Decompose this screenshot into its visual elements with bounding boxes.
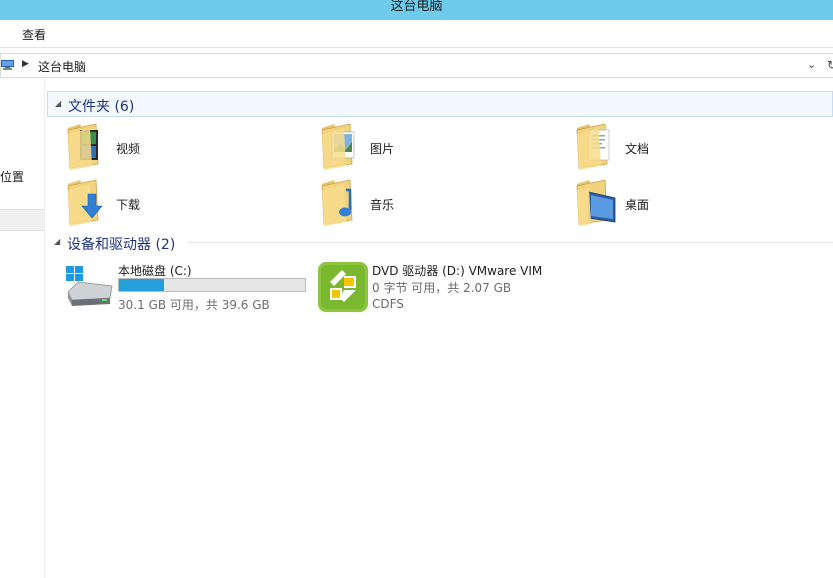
documents-folder-icon — [576, 123, 610, 170]
folders-group-header[interactable]: ◢ 文件夹 (6) — [47, 91, 833, 117]
refresh-icon[interactable]: ↻ — [827, 58, 833, 72]
drive-usage-fill — [119, 279, 164, 291]
folder-label: 下载 — [116, 198, 141, 212]
nav-item-selected[interactable] — [0, 209, 44, 231]
folder-item-pictures[interactable]: 图片 — [320, 120, 560, 174]
nav-item-locations[interactable]: 位置 — [0, 168, 24, 185]
folder-item-documents[interactable]: 文档 — [575, 120, 815, 174]
breadcrumb-arrow-icon[interactable]: ▶ — [22, 59, 29, 69]
drive-item-d[interactable]: DVD 驱动器 (D:) VMware VIM 0 字节 可用，共 2.07 G… — [318, 260, 578, 320]
drive-usage-bar — [118, 278, 306, 292]
folder-item-videos[interactable]: 视频 — [66, 120, 306, 174]
drive-free-space: 30.1 GB 可用，共 39.6 GB — [118, 298, 270, 312]
collapse-triangle-icon[interactable]: ◢ — [55, 99, 61, 108]
devices-group-title: 设备和驱动器 (2) — [67, 237, 176, 253]
ribbon-tabs: 查看 — [0, 20, 833, 48]
computer-icon — [1, 60, 14, 70]
devices-group-header[interactable]: ◢ 设备和驱动器 (2) — [47, 230, 833, 256]
pictures-folder-icon — [321, 123, 355, 170]
drive-name: 本地磁盘 (C:) — [118, 264, 192, 278]
folder-label: 图片 — [370, 142, 395, 156]
folder-item-downloads[interactable]: 下载 — [66, 176, 306, 230]
collapse-triangle-icon[interactable]: ◢ — [54, 237, 60, 246]
drive-item-c[interactable]: 本地磁盘 (C:) 30.1 GB 可用，共 39.6 GB — [66, 260, 311, 320]
downloads-folder-icon — [67, 179, 103, 226]
folder-label: 文档 — [625, 142, 650, 156]
navigation-pane: 位置 — [0, 78, 45, 578]
chevron-down-icon[interactable]: ⌄ — [807, 58, 816, 71]
drive-free-space: 0 字节 可用，共 2.07 GB — [372, 281, 512, 295]
folder-label: 音乐 — [370, 198, 395, 212]
window-title: 这台电脑 — [390, 0, 443, 14]
drive-name: DVD 驱动器 (D:) VMware VIM — [372, 264, 543, 278]
hard-disk-icon — [66, 266, 113, 306]
title-bar[interactable]: 这台电脑 — [0, 0, 833, 20]
folder-item-music[interactable]: 音乐 — [320, 176, 560, 230]
folders-group-title: 文件夹 (6) — [68, 99, 135, 115]
desktop-folder-icon — [576, 179, 616, 226]
folder-item-desktop[interactable]: 桌面 — [575, 176, 815, 230]
drive-filesystem: CDFS — [372, 297, 404, 311]
address-bar[interactable]: ▶ 这台电脑 ⌄ ↻ — [0, 53, 833, 78]
music-folder-icon — [321, 179, 353, 226]
view-tab[interactable]: 查看 — [22, 26, 46, 43]
folder-label: 视频 — [116, 142, 141, 156]
breadcrumb-this-pc[interactable]: 这台电脑 — [38, 58, 86, 75]
folder-label: 桌面 — [625, 198, 650, 212]
group-divider — [188, 242, 833, 243]
vmware-dvd-icon — [318, 262, 368, 312]
videos-folder-icon — [67, 123, 99, 170]
